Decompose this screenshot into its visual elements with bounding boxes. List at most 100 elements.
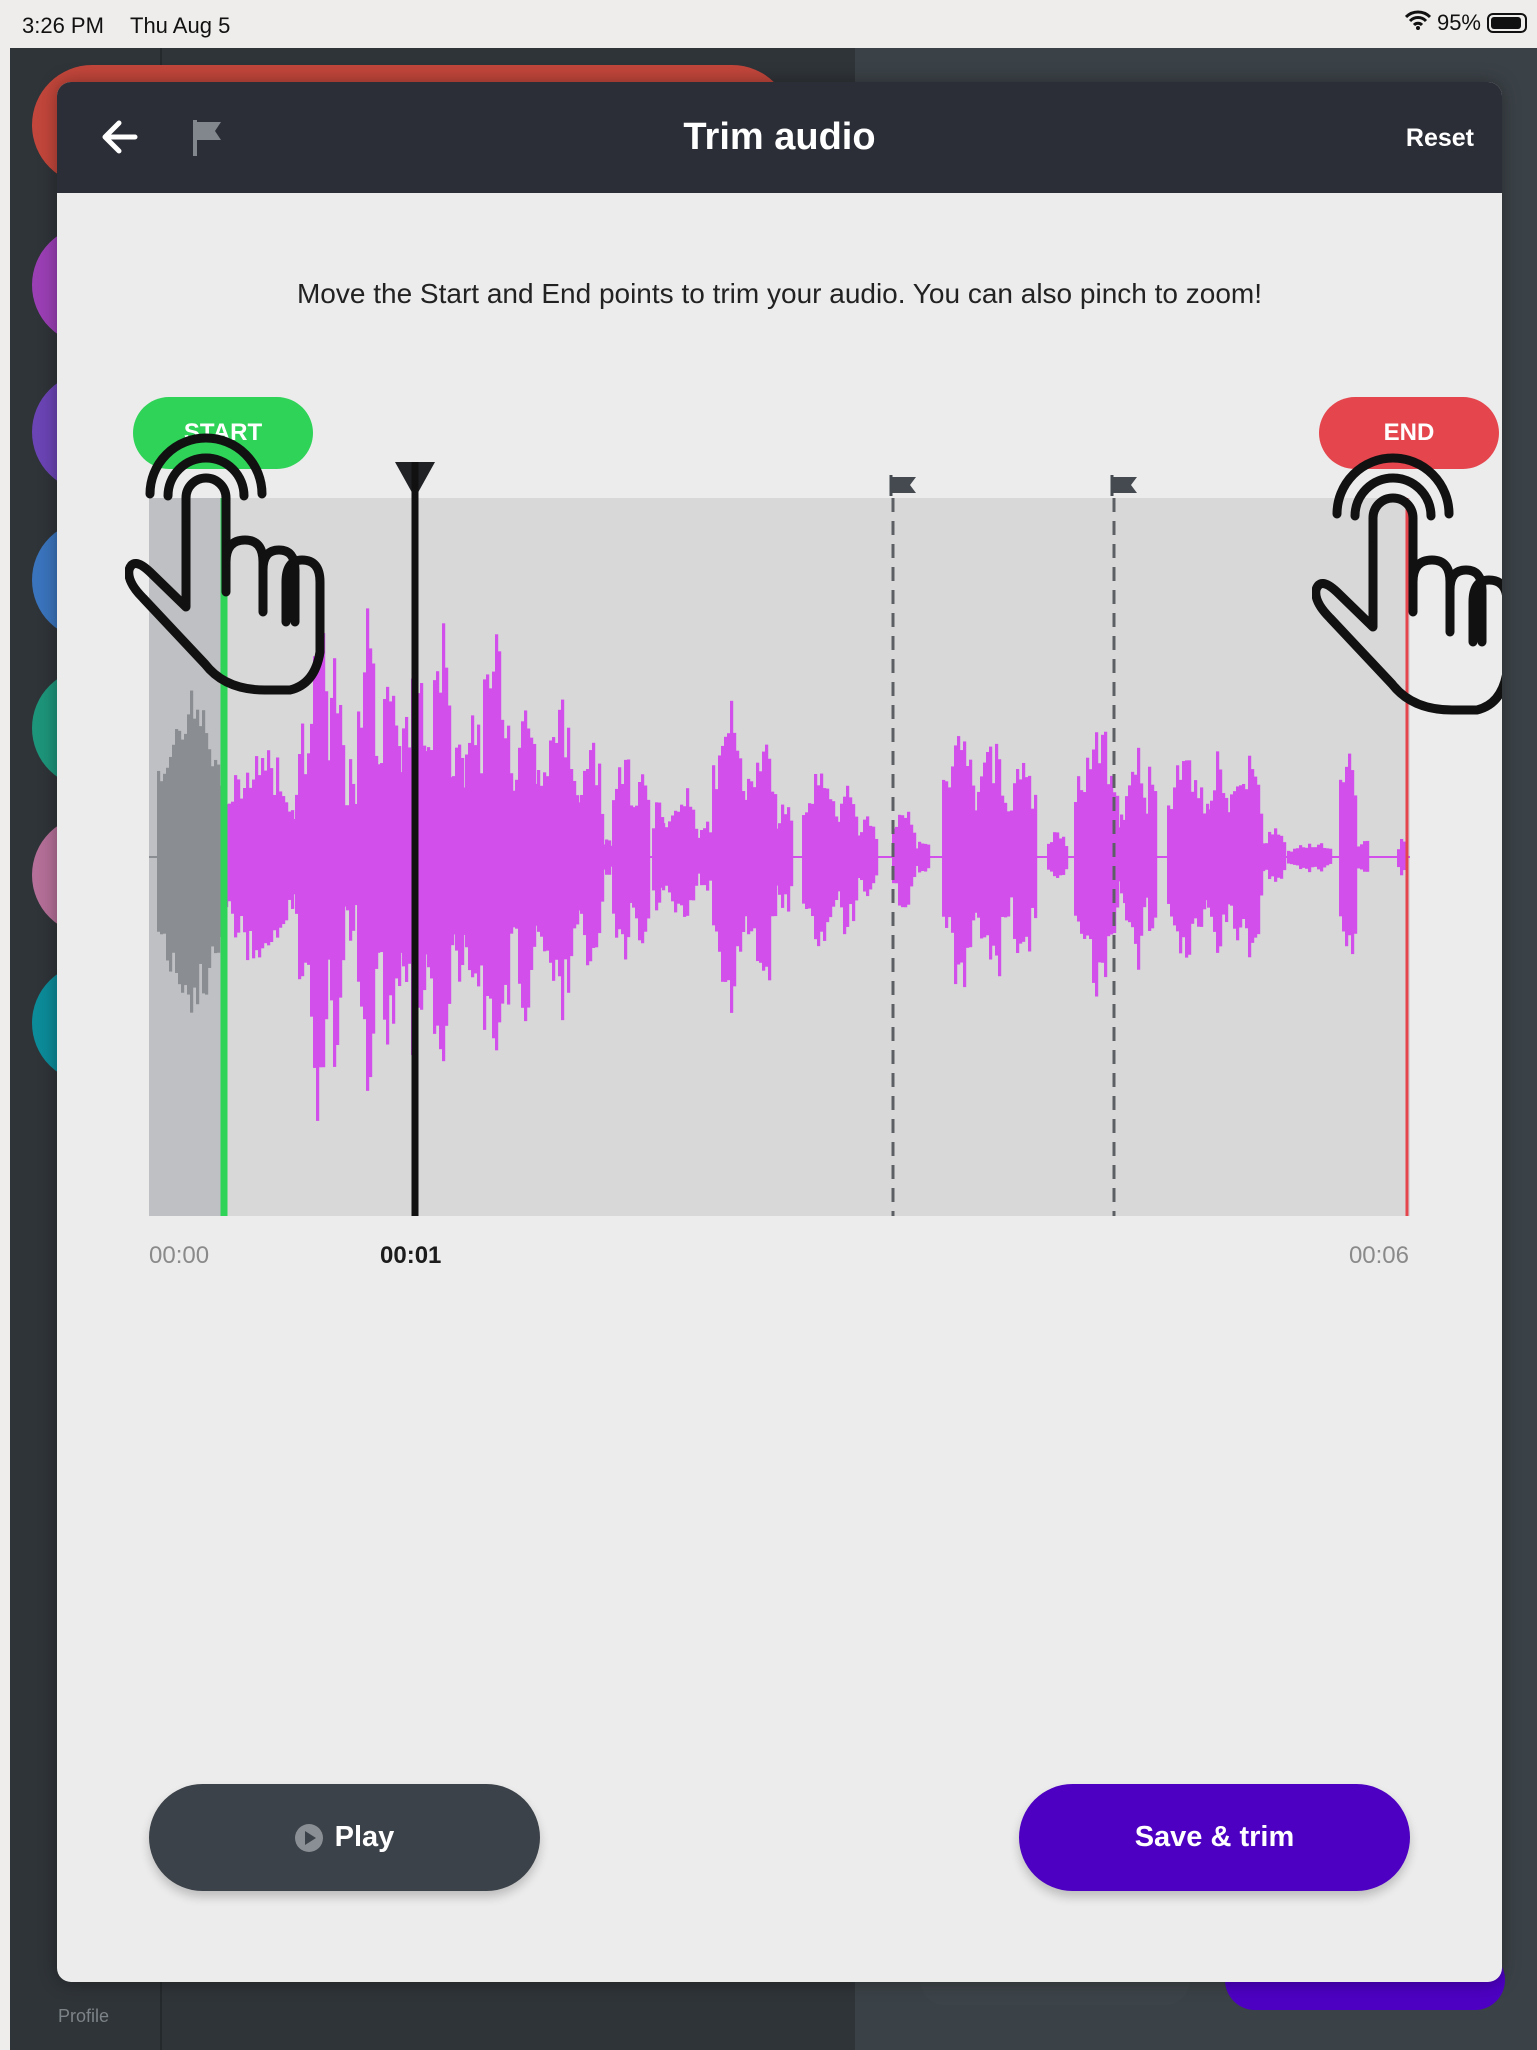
- waveform-bar: [1345, 766, 1349, 947]
- waveform-editor[interactable]: [57, 82, 1502, 1232]
- waveform-bar: [295, 794, 299, 914]
- waveform-bar: [483, 679, 487, 1030]
- waveform-bar: [267, 750, 271, 946]
- waveform-bar: [339, 704, 343, 998]
- waveform-bar: [583, 770, 587, 936]
- waveform-bar: [512, 790, 516, 928]
- waveform-bar: [452, 776, 456, 935]
- waveform-bar: [632, 807, 636, 908]
- waveform-bar: [1120, 814, 1124, 894]
- waveform-bar: [540, 785, 544, 937]
- waveform-bar: [624, 759, 628, 960]
- waveform-bar: [298, 754, 302, 980]
- waveform-bar: [577, 802, 581, 911]
- waveform-bar: [843, 796, 847, 935]
- waveform-bar: [1077, 776, 1081, 922]
- waveform-bar: [778, 823, 782, 895]
- waveform-bar: [1053, 832, 1057, 877]
- waveform-bar: [1013, 783, 1017, 939]
- marker-flag-icon[interactable]: [889, 475, 916, 496]
- waveform-bar: [327, 760, 331, 960]
- play-label: Play: [334, 1821, 395, 1853]
- waveform-bar: [948, 787, 952, 918]
- waveform-bar: [573, 780, 577, 929]
- save-trim-button[interactable]: Save & trim: [1019, 1784, 1410, 1891]
- waveform-bar: [291, 810, 295, 909]
- waveform-bar: [823, 788, 827, 941]
- waveform-bar: [655, 802, 659, 911]
- waveform-bar: [1200, 787, 1204, 927]
- waveform-bar: [486, 674, 490, 996]
- waveform-bar: [386, 686, 390, 1045]
- waveform-bar: [477, 724, 481, 987]
- waveform-bar: [918, 841, 922, 873]
- play-button[interactable]: Play: [149, 1784, 540, 1891]
- waveform-bar: [1154, 791, 1158, 918]
- waveform-bar: [1245, 789, 1249, 929]
- waveform-bar: [346, 805, 350, 911]
- waveform-bar: [537, 770, 541, 932]
- waveform-bar: [1047, 843, 1051, 870]
- waveform-bar: [852, 804, 856, 922]
- waveform-bar: [960, 750, 964, 963]
- waveform-bar: [1145, 813, 1149, 898]
- waveform-bar: [471, 715, 475, 978]
- waveform-bar: [927, 844, 931, 869]
- waveform-bar: [1296, 848, 1300, 866]
- waveform-bar: [366, 608, 370, 1091]
- time-label-end: 00:06: [1348, 1242, 1409, 1269]
- waveform-bar: [252, 779, 256, 959]
- end-handle[interactable]: END: [1319, 397, 1499, 469]
- waveform-bar: [343, 805, 347, 907]
- waveform-bar: [546, 776, 550, 951]
- waveform-bar: [193, 718, 197, 988]
- waveform-bar: [753, 787, 757, 929]
- start-handle[interactable]: START: [133, 397, 313, 469]
- waveform-bar: [423, 745, 427, 991]
- waveform-bar: [1007, 811, 1011, 917]
- waveform-bar: [166, 767, 170, 961]
- waveform-bar: [1222, 793, 1226, 915]
- waveform-bar: [1262, 843, 1266, 872]
- waveform-bar: [1248, 755, 1252, 958]
- waveform-bar: [1277, 834, 1281, 878]
- waveform-bar: [1239, 785, 1243, 928]
- waveform-bar: [1366, 840, 1370, 872]
- status-date: Thu Aug 5: [130, 13, 231, 38]
- waveform-bar: [1317, 844, 1321, 870]
- waveform-bar: [686, 788, 690, 916]
- waveform-bar: [333, 658, 337, 1067]
- waveform-bar: [715, 789, 719, 932]
- marker-flag-icon[interactable]: [1110, 475, 1137, 496]
- waveform-bar: [445, 667, 449, 1026]
- waveform-bar: [709, 832, 713, 881]
- waveform-bar: [1059, 838, 1063, 876]
- waveform-bar: [489, 688, 493, 999]
- waveform-bar: [692, 809, 696, 901]
- waveform-bar: [1101, 734, 1105, 963]
- waveform-bar: [279, 791, 283, 928]
- waveform-bar: [1274, 828, 1278, 882]
- waveform-bar: [750, 781, 754, 932]
- waveform-bar: [811, 803, 815, 917]
- waveform-bar: [814, 773, 818, 940]
- waveform-bar: [1031, 808, 1035, 908]
- waveform-bar: [515, 779, 519, 929]
- waveform-bar: [380, 763, 384, 953]
- waveform-bar: [208, 749, 212, 968]
- waveform-bar: [555, 742, 559, 960]
- waveform-bar: [1028, 775, 1032, 952]
- waveform-bar: [178, 730, 182, 985]
- waveform-bar: [1207, 809, 1211, 908]
- waveform-bar: [1089, 769, 1093, 940]
- waveform-bar: [1305, 847, 1309, 869]
- waveform-bar: [570, 769, 574, 957]
- waveform-bar: [602, 844, 606, 870]
- waveform-bar: [1351, 770, 1355, 955]
- waveform-bar: [243, 787, 247, 933]
- waveform-bar: [433, 680, 437, 1034]
- waveform-bar: [718, 755, 722, 952]
- waveform-bar: [1137, 747, 1141, 970]
- waveform-bar: [465, 754, 469, 948]
- waveform-bar: [169, 756, 173, 972]
